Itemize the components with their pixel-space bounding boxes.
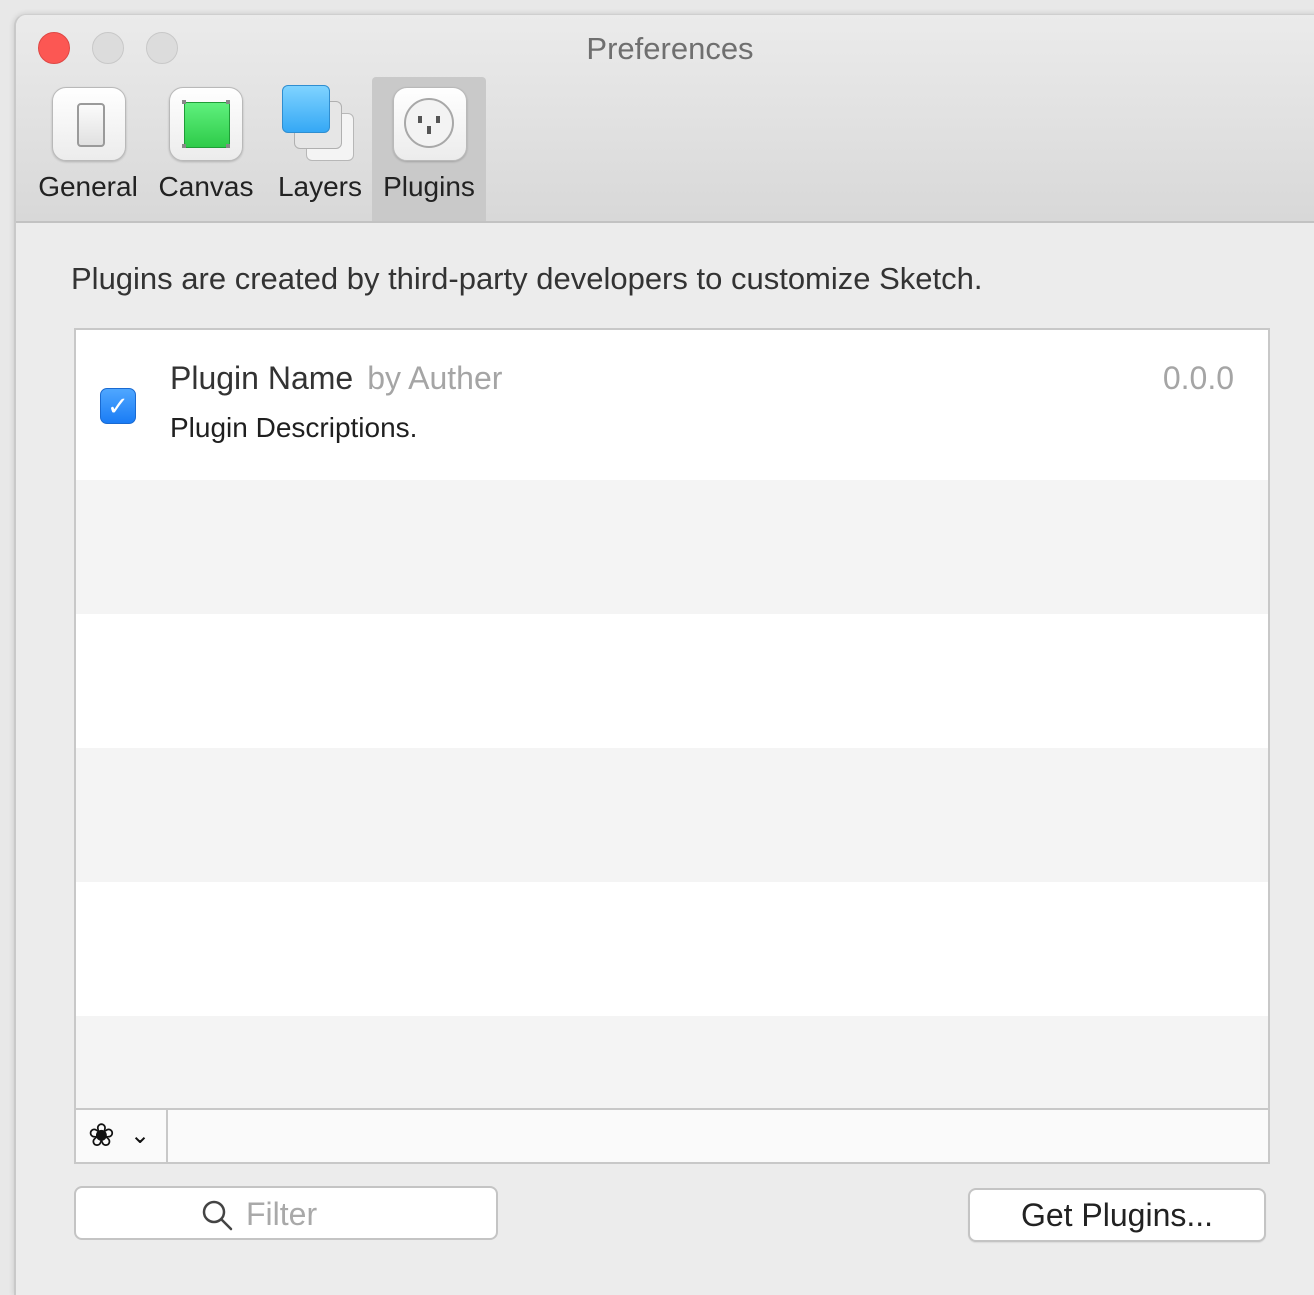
filter-search-field[interactable] <box>74 1186 498 1240</box>
chevron-down-icon: ⌄ <box>130 1122 151 1149</box>
filter-input[interactable] <box>244 1194 468 1234</box>
plugin-author: by Auther <box>367 360 503 396</box>
list-item[interactable]: ✓ Plugin Name by Auther 0.0.0 Plugin Desc… <box>76 330 1268 480</box>
tab-canvas[interactable]: Canvas <box>156 77 256 221</box>
plugin-name: Plugin Name <box>170 360 354 396</box>
tab-layers[interactable]: Layers <box>272 77 368 221</box>
search-icon <box>200 1198 234 1237</box>
tab-layers-label: Layers <box>277 171 363 202</box>
general-switch-icon <box>52 87 126 161</box>
preferences-window: Preferences General Canvas Layers Plugin… <box>14 14 1314 1295</box>
plugins-list: ✓ Plugin Name by Auther 0.0.0 Plugin Desc… <box>74 328 1270 1164</box>
empty-row <box>76 748 1268 882</box>
tab-general[interactable]: General <box>36 77 140 221</box>
canvas-square-icon <box>169 87 243 161</box>
plugin-enabled-checkbox[interactable]: ✓ <box>100 388 136 424</box>
toolbar: Preferences General Canvas Layers Plugin… <box>16 15 1314 223</box>
tab-general-label: General <box>38 171 138 202</box>
plugins-intro-text: Plugins are created by third-party devel… <box>71 261 983 296</box>
tab-plugins[interactable]: Plugins <box>372 77 486 221</box>
gear-icon: ❀ <box>88 1117 115 1153</box>
layers-icon <box>278 85 358 165</box>
plugin-description: Plugin Descriptions. <box>170 412 418 443</box>
empty-row <box>76 480 1268 614</box>
window-title: Preferences <box>586 31 754 66</box>
plugin-socket-icon <box>393 87 467 161</box>
tab-plugins-label: Plugins <box>383 171 475 202</box>
tab-canvas-label: Canvas <box>158 171 254 202</box>
checkmark-icon: ✓ <box>107 391 129 421</box>
plugin-version: 0.0.0 <box>1162 360 1234 396</box>
plugin-title: Plugin Name by Auther <box>170 360 502 397</box>
empty-row <box>76 882 1268 1016</box>
action-menu-button[interactable]: ❀ ⌄ <box>76 1110 168 1162</box>
empty-row <box>76 614 1268 748</box>
empty-row <box>76 1016 1268 1110</box>
get-plugins-button[interactable]: Get Plugins... <box>968 1188 1266 1242</box>
list-footer-bar: ❀ ⌄ <box>76 1108 1268 1162</box>
